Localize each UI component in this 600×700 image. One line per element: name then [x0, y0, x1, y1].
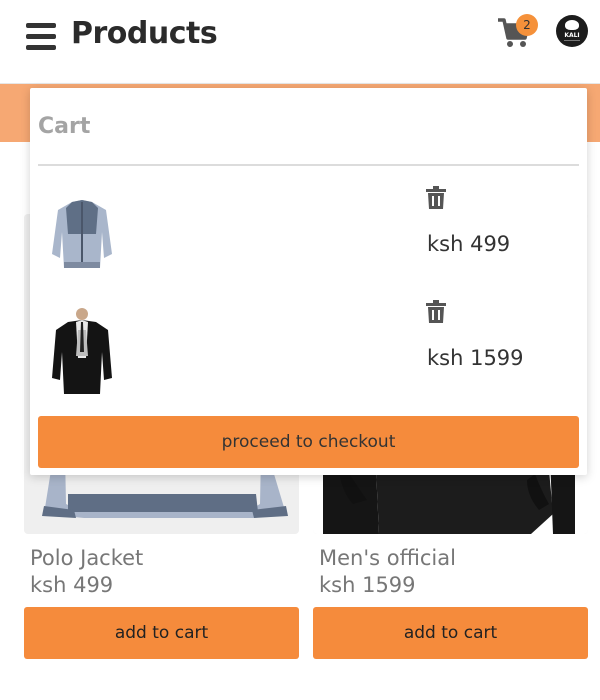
cart-divider — [38, 164, 579, 166]
cart-item: ksh 1599 — [30, 300, 587, 410]
trash-icon[interactable] — [426, 300, 448, 324]
hamburger-menu-icon[interactable] — [26, 23, 56, 50]
cart-item-suit-image — [52, 308, 112, 394]
proceed-to-checkout-button[interactable]: proceed to checkout — [38, 416, 579, 468]
trash-icon[interactable] — [426, 186, 448, 210]
page-title: Products — [71, 16, 218, 51]
top-header: Products 2 KALI — [0, 0, 600, 84]
product-price: ksh 1599 — [319, 573, 416, 597]
cart-count-badge: 2 — [516, 14, 538, 36]
cart-item-price: ksh 1599 — [427, 346, 524, 370]
brand-logo[interactable]: KALI — [556, 15, 588, 47]
cart-item-jacket-image — [52, 200, 112, 268]
cart-dropdown: Cart ksh 499 ksh 1599 proceed to checkou… — [30, 88, 587, 475]
add-to-cart-button[interactable]: add to cart — [24, 607, 299, 659]
cart-item-price: ksh 499 — [427, 232, 511, 256]
add-to-cart-button[interactable]: add to cart — [313, 607, 588, 659]
cart-item: ksh 499 — [30, 186, 587, 296]
product-name: Men's official — [319, 546, 456, 570]
cart-title: Cart — [38, 114, 91, 139]
product-name: Polo Jacket — [30, 546, 144, 570]
product-price: ksh 499 — [30, 573, 114, 597]
